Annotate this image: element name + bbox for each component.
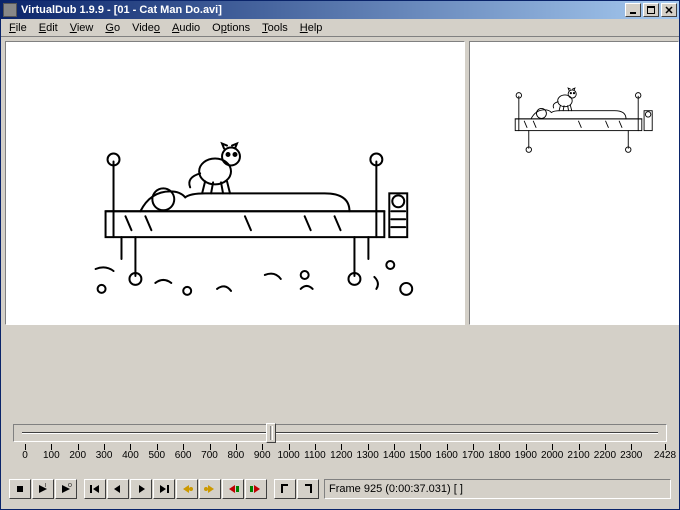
mark-in-button[interactable] (274, 479, 296, 499)
close-button[interactable] (661, 3, 677, 17)
tick-label: 0 (22, 450, 28, 461)
app-icon (3, 3, 17, 17)
content-area (1, 37, 679, 424)
tick-label: 2200 (594, 450, 616, 461)
window-title: VirtualDub 1.9.9 - [01 - Cat Man Do.avi] (20, 4, 623, 16)
tick-label: 1200 (330, 450, 352, 461)
menu-view[interactable]: View (64, 21, 100, 35)
step-forward-button[interactable] (130, 479, 152, 499)
tick-label: 1100 (304, 450, 326, 461)
timeline-track[interactable] (13, 424, 667, 442)
tick-label: 400 (122, 450, 139, 461)
tick-label: 600 (175, 450, 192, 461)
menu-tools[interactable]: Tools (256, 21, 294, 35)
maximize-button[interactable] (643, 3, 659, 17)
tick-label: 2000 (541, 450, 563, 461)
menu-help[interactable]: Help (294, 21, 329, 35)
bottom-strip (1, 501, 679, 509)
minimize-button[interactable] (625, 3, 641, 17)
output-frame-image (470, 42, 678, 170)
play-output-button[interactable]: O (55, 479, 77, 499)
tick-label: 1300 (357, 450, 379, 461)
menu-video[interactable]: Video (126, 21, 166, 35)
tick-label: 1500 (409, 450, 431, 461)
tick-label: 1400 (383, 450, 405, 461)
menu-go[interactable]: Go (99, 21, 126, 35)
titlebar: VirtualDub 1.9.9 - [01 - Cat Man Do.avi] (1, 1, 679, 19)
timeline-ticks: 0 100 200 300 400 500 600 700 800 900 1000 1100 1200… (13, 444, 667, 466)
status-bar: Frame 925 (0:00:37.031) [ ] (324, 479, 671, 499)
tick-label: 2100 (567, 450, 589, 461)
svg-text:O: O (68, 483, 72, 489)
tick-label: 2300 (620, 450, 642, 461)
output-pane[interactable] (469, 41, 679, 325)
menu-edit[interactable]: Edit (33, 21, 64, 35)
tick-label: 1800 (488, 450, 510, 461)
tick-label: 200 (69, 450, 86, 461)
step-back-button[interactable] (107, 479, 129, 499)
play-input-button[interactable]: I (32, 479, 54, 499)
menubar: File Edit View Go Video Audio Options To… (1, 19, 679, 37)
app-window: VirtualDub 1.9.9 - [01 - Cat Man Do.avi]… (0, 0, 680, 510)
input-pane[interactable] (5, 41, 465, 325)
menu-audio[interactable]: Audio (166, 21, 206, 35)
tick-label: 1000 (277, 450, 299, 461)
transport-controls: I O Frame 925 (0:00:37.031) [ ] (1, 477, 679, 501)
tick-label: 1900 (515, 450, 537, 461)
tick-label: 800 (228, 450, 245, 461)
timeline: 0 100 200 300 400 500 600 700 800 900 1000 1100 1200… (1, 424, 679, 477)
seek-end-button[interactable] (153, 479, 175, 499)
stop-button[interactable] (9, 479, 31, 499)
window-buttons (623, 3, 677, 17)
key-next-button[interactable] (199, 479, 221, 499)
scene-prev-button[interactable] (222, 479, 244, 499)
tick-label: 500 (148, 450, 165, 461)
tick-label: 1700 (462, 450, 484, 461)
tick-label: 100 (43, 450, 60, 461)
svg-text:I: I (45, 483, 46, 489)
status-text: Frame 925 (0:00:37.031) [ ] (329, 483, 463, 495)
tick-label: 2428 (654, 450, 676, 461)
tick-label: 700 (201, 450, 218, 461)
input-frame-image (6, 42, 464, 325)
key-prev-button[interactable] (176, 479, 198, 499)
mark-out-button[interactable] (297, 479, 319, 499)
scene-next-button[interactable] (245, 479, 267, 499)
tick-label: 300 (96, 450, 113, 461)
timeline-thumb[interactable] (266, 423, 276, 443)
tick-label: 1600 (436, 450, 458, 461)
seek-start-button[interactable] (84, 479, 106, 499)
menu-file[interactable]: File (3, 21, 33, 35)
timeline-groove (22, 432, 658, 434)
menu-options[interactable]: Options (206, 21, 256, 35)
tick-label: 900 (254, 450, 271, 461)
